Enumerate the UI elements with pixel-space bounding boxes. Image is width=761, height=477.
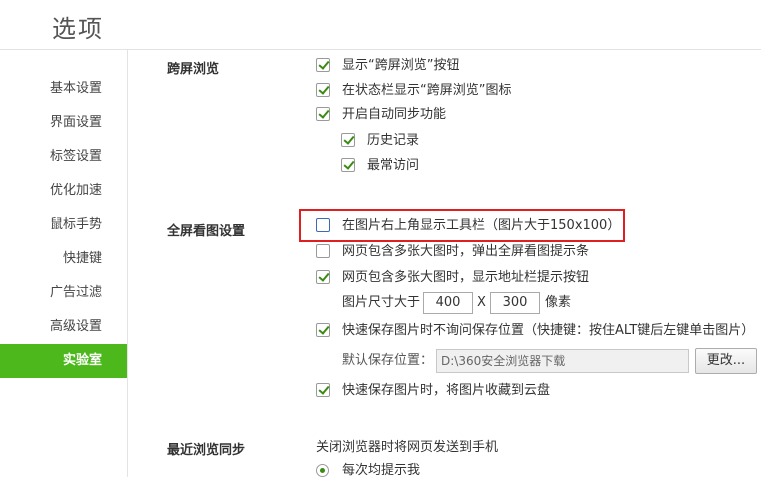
checkbox[interactable] [316, 83, 330, 97]
checkbox[interactable] [316, 244, 330, 258]
change-location-button[interactable]: 更改... [695, 348, 757, 374]
size-separator: X [477, 295, 486, 310]
sidebar-item-tabs[interactable]: 标签设置 [0, 140, 127, 174]
image-size-prefix: 图片尺寸大于 [342, 295, 421, 310]
checkbox[interactable] [316, 58, 330, 72]
checkbox[interactable] [316, 270, 330, 284]
checkbox[interactable] [316, 383, 330, 397]
sidebar-item-optimize[interactable]: 优化加速 [0, 174, 127, 208]
size-unit: 像素 [545, 295, 572, 310]
image-height-input[interactable]: 300 [490, 292, 540, 314]
options-window: 选项 基本设置 界面设置 标签设置 优化加速 鼠标手势 快捷键 广告过滤 高级设… [0, 0, 761, 477]
sidebar-item-shortcuts[interactable]: 快捷键 [0, 242, 127, 276]
checkbox[interactable] [316, 107, 330, 121]
checkbox[interactable] [341, 158, 355, 172]
checkbox[interactable] [316, 218, 330, 232]
sidebar-item-basic[interactable]: 基本设置 [0, 72, 127, 106]
section-title-cross-screen: 跨屏浏览 [167, 62, 220, 77]
save-location-input[interactable]: D:\360安全浏览器下载 [436, 349, 689, 373]
checkbox[interactable] [341, 133, 355, 147]
save-location-label: 默认保存位置： [342, 353, 434, 368]
section-title-fullscreen-image: 全屏看图设置 [167, 224, 246, 239]
radio-button[interactable] [316, 464, 329, 477]
image-width-input[interactable]: 400 [423, 292, 473, 314]
page-title: 选项 [52, 15, 104, 43]
sidebar-item-advanced[interactable]: 高级设置 [0, 310, 127, 344]
section-title-recent-sync: 最近浏览同步 [167, 443, 246, 458]
sidebar-item-mouse-gesture[interactable]: 鼠标手势 [0, 208, 127, 242]
recent-sync-description: 关闭浏览器时将网页发送到手机 [316, 440, 499, 455]
checkbox[interactable] [316, 323, 330, 337]
sidebar: 基本设置 界面设置 标签设置 优化加速 鼠标手势 快捷键 广告过滤 高级设置 实… [0, 50, 128, 477]
sidebar-item-lab[interactable]: 实验室 [0, 344, 127, 378]
header: 选项 [0, 0, 761, 50]
sidebar-item-interface[interactable]: 界面设置 [0, 106, 127, 140]
sidebar-item-adblock[interactable]: 广告过滤 [0, 276, 127, 310]
